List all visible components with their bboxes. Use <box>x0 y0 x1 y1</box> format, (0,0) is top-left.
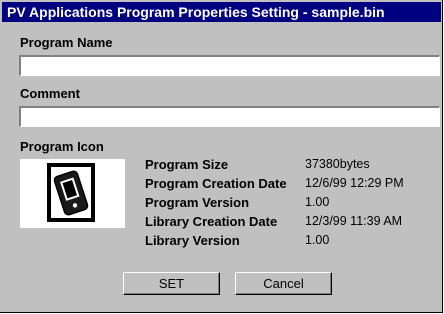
handheld-device-icon <box>47 163 95 222</box>
property-value: 1.00 <box>305 233 330 247</box>
program-name-label: Program Name <box>20 35 113 50</box>
program-icon-label: Program Icon <box>20 139 104 154</box>
property-label: Program Version <box>145 195 250 210</box>
program-icon-preview[interactable] <box>20 159 125 228</box>
property-row: Library Version 1.00 <box>145 231 404 250</box>
comment-input[interactable] <box>19 106 440 127</box>
property-label: Program Size <box>145 157 229 172</box>
property-row: Program Size 37380bytes <box>145 155 404 174</box>
comment-label: Comment <box>20 86 80 101</box>
property-value: 12/3/99 11:39 AM <box>305 214 403 228</box>
property-label: Library Creation Date <box>145 214 278 229</box>
program-name-input[interactable] <box>19 55 440 76</box>
property-label: Library Version <box>145 233 240 248</box>
property-value: 1.00 <box>305 195 330 209</box>
property-label: Program Creation Date <box>145 176 287 191</box>
property-row: Program Creation Date 12/6/99 12:29 PM <box>145 174 404 193</box>
property-value: 37380bytes <box>305 157 370 171</box>
title-bar[interactable]: PV Applications Program Properties Setti… <box>2 2 441 22</box>
set-button[interactable]: SET <box>123 272 220 295</box>
cancel-button[interactable]: Cancel <box>235 272 332 295</box>
property-row: Library Creation Date 12/3/99 11:39 AM <box>145 212 404 231</box>
property-row: Program Version 1.00 <box>145 193 404 212</box>
properties-dialog: PV Applications Program Properties Setti… <box>0 0 443 313</box>
property-value: 12/6/99 12:29 PM <box>305 176 404 190</box>
program-properties-table: Program Size 37380bytes Program Creation D… <box>145 155 404 250</box>
